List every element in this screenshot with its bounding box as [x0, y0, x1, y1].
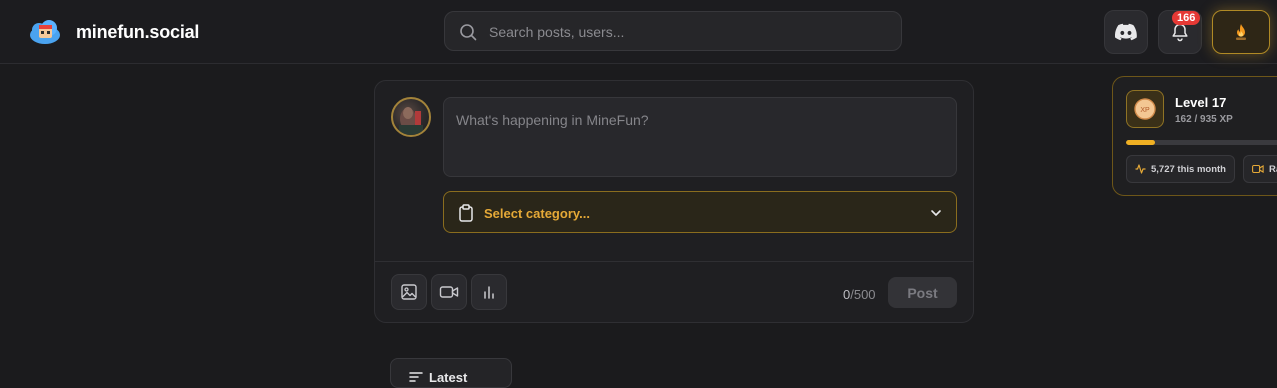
brand-name[interactable]: minefun.social [76, 22, 199, 43]
character-count-max: /500 [850, 287, 876, 302]
bell-icon [1172, 23, 1188, 42]
add-video-button[interactable] [431, 274, 467, 310]
rank-chip-label: Ra [1269, 163, 1277, 175]
video-icon [1252, 164, 1264, 174]
video-icon [439, 286, 459, 298]
category-select[interactable]: Select category... [443, 191, 957, 233]
level-label: Level 17 [1175, 95, 1227, 110]
xp-progress-bar [1126, 140, 1277, 145]
chevron-down-icon [931, 210, 941, 216]
feed-sort-label: Latest [429, 370, 468, 385]
avatar[interactable] [391, 97, 431, 137]
add-poll-button[interactable] [471, 274, 507, 310]
add-image-button[interactable] [391, 274, 427, 310]
category-select-label: Select category... [484, 206, 590, 221]
sort-icon [409, 372, 423, 382]
post-text-input[interactable] [443, 97, 957, 177]
search-box[interactable] [444, 11, 902, 52]
post-button[interactable]: Post [888, 277, 957, 308]
monthly-xp-label: 5,727 this month [1151, 163, 1226, 175]
profile-button[interactable] [1212, 10, 1270, 54]
discord-button[interactable] [1104, 10, 1148, 54]
xp-badge-text: XP [1140, 107, 1150, 114]
character-counter: 0/500 [843, 287, 876, 302]
rank-chip[interactable]: Ra [1243, 155, 1277, 183]
top-navigation-bar: minefun.social 166 [0, 0, 1277, 64]
image-icon [401, 284, 417, 300]
xp-progress-text: 162 / 935 XP [1175, 114, 1233, 125]
composer-divider [375, 261, 973, 262]
poll-icon [484, 286, 494, 299]
clipboard-icon [459, 204, 473, 222]
xp-progress-fill [1126, 140, 1155, 145]
discord-icon [1115, 23, 1137, 41]
level-card: XP Level 17 162 / 935 XP 5,727 this mont… [1112, 76, 1277, 196]
search-icon [460, 24, 477, 41]
monthly-xp-chip[interactable]: 5,727 this month [1126, 155, 1235, 183]
flame-icon [1236, 24, 1246, 40]
notification-count-badge: 166 [1172, 11, 1201, 25]
post-composer: Select category... 0/500 Post [374, 80, 974, 323]
activity-icon [1135, 164, 1146, 174]
xp-badge-icon: XP [1126, 90, 1164, 128]
cloud-logo-icon[interactable] [28, 18, 62, 46]
search-input[interactable] [487, 12, 891, 52]
feed-sort-button[interactable]: Latest [390, 358, 512, 388]
